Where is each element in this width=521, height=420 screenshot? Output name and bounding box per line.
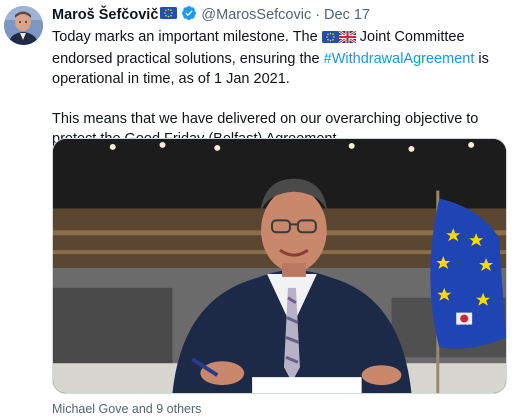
avatar[interactable]: [4, 6, 43, 45]
tweet-date[interactable]: Dec 17: [324, 7, 370, 23]
eu-flag-icon: [160, 7, 178, 23]
tweet[interactable]: Maroš Šefčovič @MarosSefcovic · Dec 17 T…: [0, 0, 521, 420]
eu-flag-icon: [321, 29, 339, 49]
verified-badge-icon: [181, 5, 197, 25]
author-name[interactable]: Maroš Šefčovič: [52, 7, 158, 23]
tweet-header: Maroš Šefčovič @MarosSefcovic · Dec 17: [52, 6, 370, 24]
author-handle[interactable]: @MarosSefcovic: [201, 7, 311, 23]
uk-flag-icon: [337, 29, 357, 49]
tweet-text-part1: Today marks an important milestone. The: [52, 29, 318, 45]
separator-dot: ·: [315, 7, 321, 23]
tagged-people[interactable]: Michael Gove and 9 others: [52, 402, 201, 416]
tweet-text: Today marks an important milestone. The: [52, 27, 514, 149]
hashtag-link[interactable]: #WithdrawalAgreement: [324, 51, 475, 67]
tweet-photo[interactable]: [52, 138, 507, 394]
